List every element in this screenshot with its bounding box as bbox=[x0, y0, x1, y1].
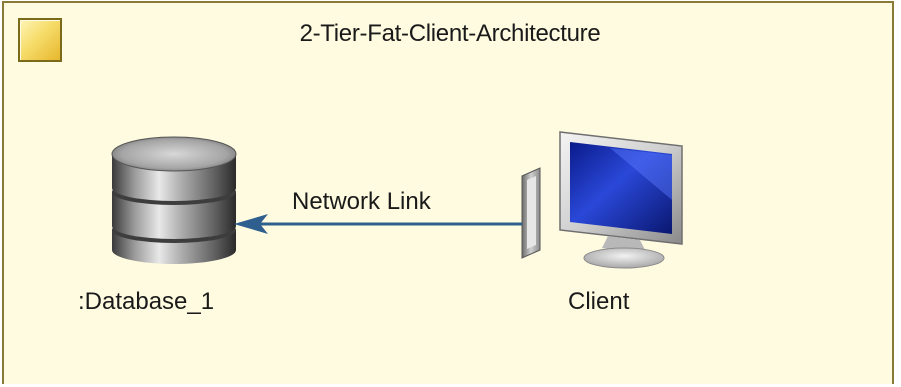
database-node-label: :Database_1 bbox=[78, 288, 215, 315]
diagram-canvas bbox=[111, 131, 683, 269]
database-lid bbox=[111, 136, 237, 172]
computer-icon[interactable] bbox=[521, 131, 683, 269]
monitor-base bbox=[583, 247, 665, 269]
database-icon[interactable] bbox=[111, 136, 237, 264]
network-link[interactable] bbox=[234, 214, 522, 234]
network-link-label: Network Link bbox=[292, 188, 431, 215]
client-node-label: Client bbox=[568, 288, 630, 315]
